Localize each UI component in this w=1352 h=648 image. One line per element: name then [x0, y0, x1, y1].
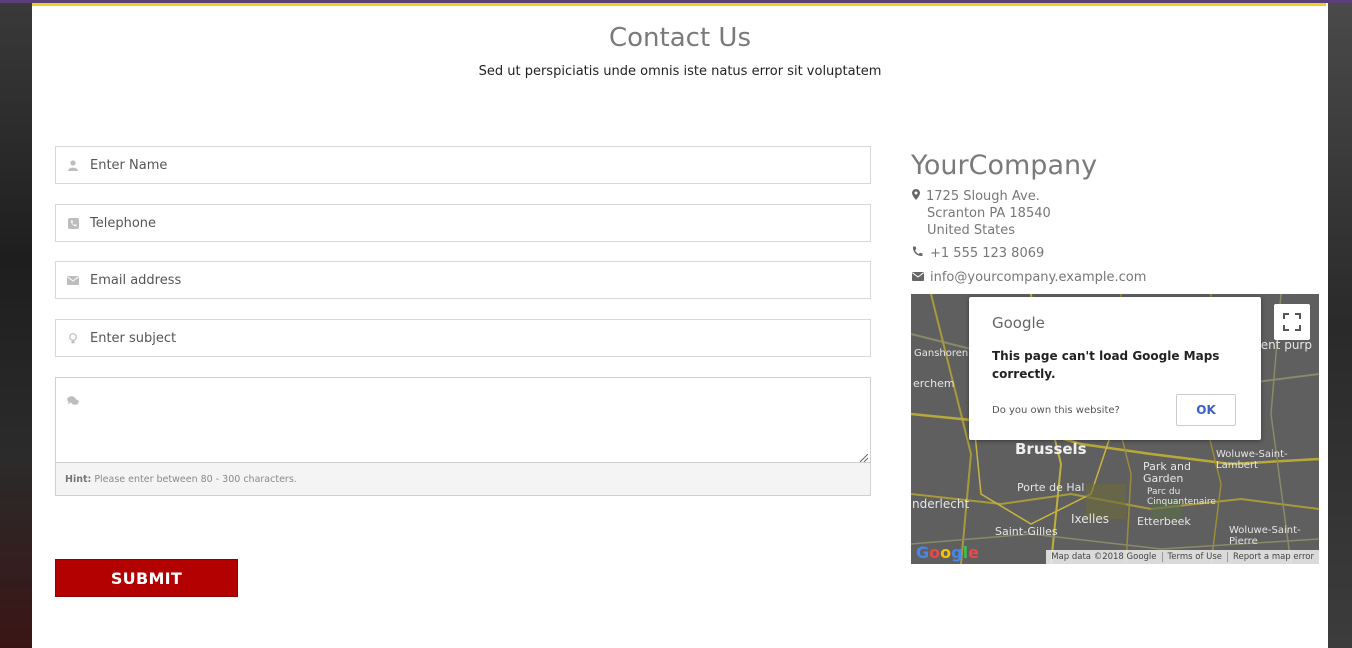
contact-section: Contact Us Sed ut perspiciatis unde omni… — [32, 3, 1328, 648]
subject-placeholder: Enter subject — [90, 330, 177, 346]
subject-field[interactable]: Enter subject — [55, 319, 871, 357]
own-website-question[interactable]: Do you own this website? — [992, 405, 1120, 416]
telephone-field[interactable]: Telephone — [55, 204, 871, 242]
accent-line — [32, 3, 1326, 6]
resize-handle-icon[interactable] — [860, 454, 868, 462]
submit-button[interactable]: SUBMIT — [55, 559, 238, 597]
background-left — [0, 0, 32, 648]
map-label-cinquantenaire: Parc du Cinquantenaire — [1147, 487, 1216, 507]
name-field[interactable]: Enter Name — [55, 146, 871, 184]
envelope-icon — [912, 270, 930, 285]
company-phone: +1 555 123 8069 — [912, 246, 1044, 261]
map-label-park-garden: Park and Garden — [1143, 460, 1191, 485]
map-label-ixelles: Ixelles — [1071, 512, 1109, 526]
address-line1: 1725 Slough Ave. — [926, 189, 1040, 204]
map-error-dialog: Google This page can't load Google Maps … — [969, 297, 1261, 440]
map-marker-icon — [912, 188, 926, 205]
google-corner-logo: Google — [916, 543, 979, 562]
address-line3: United States — [927, 223, 1016, 238]
name-placeholder: Enter Name — [90, 157, 168, 173]
map-label-brussels: Brussels — [1015, 440, 1087, 458]
map-label-etterbeek: Etterbeek — [1137, 515, 1191, 528]
phone-square-icon — [56, 217, 90, 229]
map-label-ganshoren: Ganshoren — [914, 348, 969, 359]
map-label-berchem: erchem — [913, 377, 955, 390]
background-right — [1328, 0, 1352, 648]
map-label-woluwe-pierre: Woluwe-Saint-Pierre — [1229, 525, 1301, 547]
company-name: YourCompany — [911, 150, 1098, 181]
message-hint: Hint: Please enter between 80 - 300 char… — [56, 462, 870, 495]
map-label-woluwe-lambert: Woluwe-Saint-Lambert — [1216, 449, 1288, 471]
envelope-icon — [56, 275, 90, 285]
address-line2: Scranton PA 18540 — [927, 206, 1051, 221]
google-map[interactable]: Ganshoren erchem ment purp Brussels Park… — [911, 294, 1319, 564]
telephone-placeholder: Telephone — [90, 215, 157, 231]
company-address: 1725 Slough Ave. Scranton PA 18540 Unite… — [912, 188, 1051, 239]
email-text[interactable]: info@yourcompany.example.com — [930, 270, 1146, 285]
google-logo: Google — [992, 314, 1045, 332]
ok-button[interactable]: OK — [1176, 394, 1236, 426]
fullscreen-button[interactable] — [1274, 304, 1310, 340]
user-icon — [56, 159, 90, 171]
message-textarea[interactable]: Hint: Please enter between 80 - 300 char… — [55, 377, 871, 496]
email-field[interactable]: Email address — [55, 261, 871, 299]
page-title: Contact Us — [609, 23, 751, 53]
lightbulb-icon — [56, 332, 90, 344]
phone-text: +1 555 123 8069 — [930, 246, 1045, 261]
terms-of-use-link[interactable]: Terms of Use — [1161, 552, 1228, 562]
map-label-saint-gilles: Saint-Gilles — [995, 525, 1058, 538]
page-subtitle: Sed ut perspiciatis unde omnis iste natu… — [478, 64, 882, 79]
map-footer: Map data ©2018 Google Terms of Use Repor… — [1046, 550, 1319, 564]
hint-text: Please enter between 80 - 300 characters… — [94, 473, 297, 485]
map-label-anderlecht: nderlecht — [912, 497, 970, 511]
hint-label: Hint: — [65, 473, 92, 485]
report-map-error-link[interactable]: Report a map error — [1227, 552, 1319, 562]
map-label-porte-de-hal: Porte de Hal — [1017, 481, 1085, 494]
map-error-message: This page can't load Google Maps correct… — [992, 349, 1220, 381]
phone-icon — [912, 246, 930, 261]
fullscreen-icon — [1283, 313, 1301, 331]
company-email: info@yourcompany.example.com — [912, 270, 1146, 285]
comments-icon — [67, 391, 79, 410]
map-data-credit: Map data ©2018 Google — [1051, 552, 1157, 562]
email-placeholder: Email address — [90, 272, 182, 288]
